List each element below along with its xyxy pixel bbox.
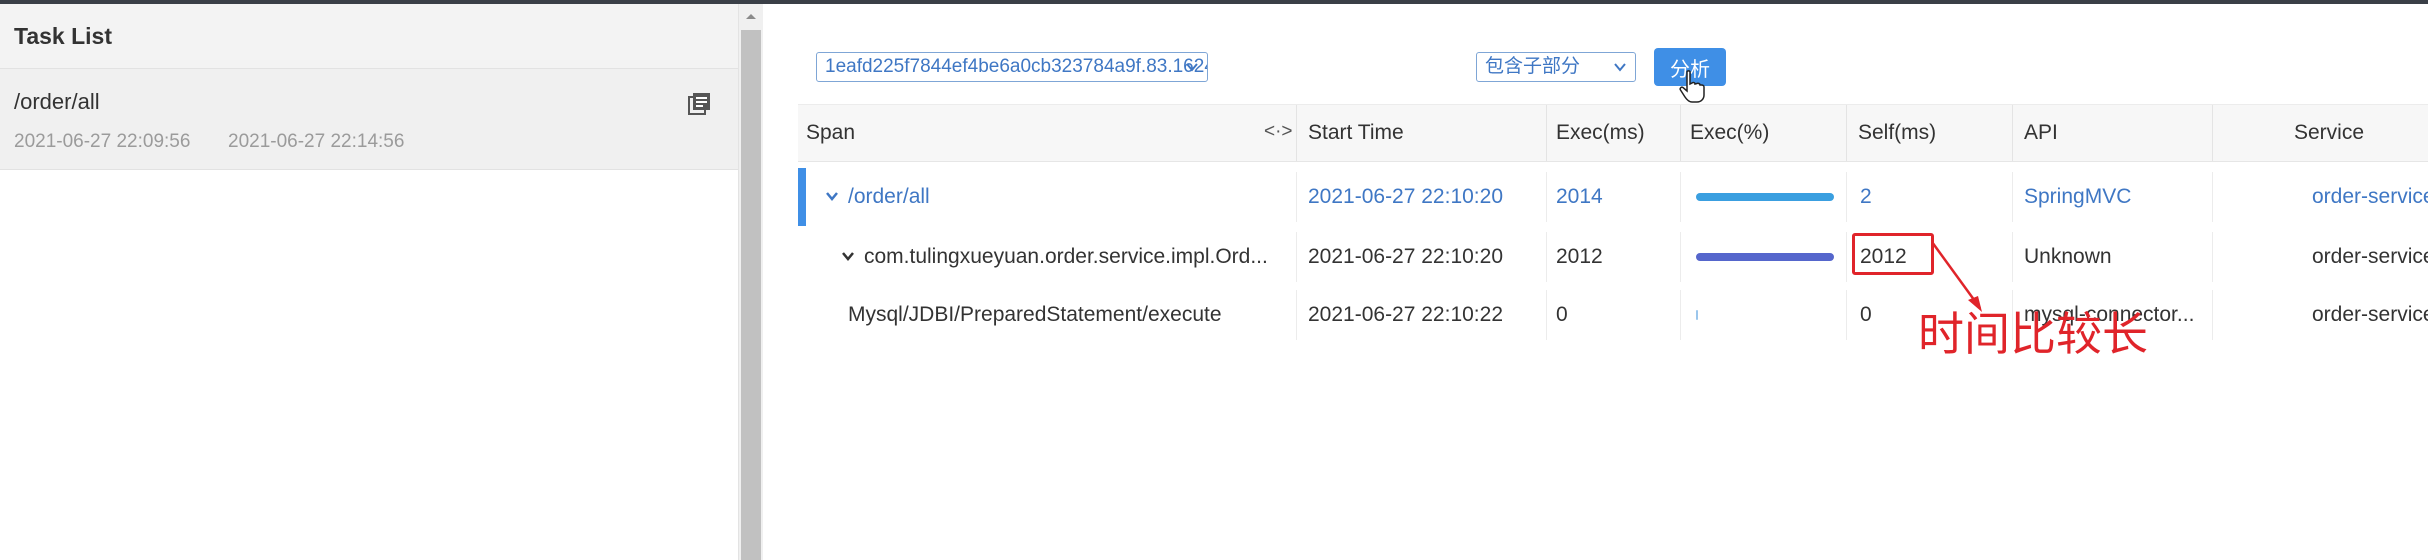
service-cell: order-service [2312, 245, 2428, 268]
toolbar: 1eafd225f7844ef4be6a0cb323784a9f.83.1624… [764, 4, 2428, 103]
api-cell: SpringMVC [2024, 185, 2132, 208]
mode-value: 包含子部分 [1485, 56, 1581, 77]
start-time-cell: 2021-06-27 22:10:20 [1308, 245, 1503, 268]
self-ms-cell: 2 [1860, 185, 1872, 208]
api-cell: Unknown [2024, 245, 2112, 268]
service-cell: order-service [2312, 303, 2428, 326]
vertical-scrollbar[interactable] [739, 4, 763, 560]
trace-id-value: 1eafd225f7844ef4be6a0cb323784a9f.83.1624… [825, 56, 1207, 77]
table-row[interactable]: Mysql/JDBI/PreparedStatement/execute 202… [798, 286, 2428, 344]
span-cell[interactable]: Mysql/JDBI/PreparedStatement/execute [848, 286, 1222, 344]
task-list-panel: Task List /order/all 2021-06-27 22:09:56… [0, 4, 739, 560]
table-row[interactable]: com.tulingxueyuan.order.service.impl.Ord… [798, 228, 2428, 286]
exec-pct-bar [1696, 193, 1834, 201]
exec-pct-bar [1696, 253, 1834, 261]
annotation-text: 时间比较长 [1918, 307, 2148, 361]
task-item[interactable]: /order/all 2021-06-27 22:09:56 2021-06-2… [0, 69, 738, 170]
task-end-time: 2021-06-27 22:14:56 [228, 131, 405, 152]
span-cell[interactable]: /order/all [824, 168, 930, 226]
column-header-api[interactable]: API [2024, 105, 2058, 161]
chevron-down-icon [1186, 63, 1198, 72]
table-row[interactable]: /order/all 2021-06-27 22:10:20 2014 2 Sp… [798, 168, 2428, 226]
column-header-exec-ms[interactable]: Exec(ms) [1556, 105, 1645, 161]
span-cell[interactable]: com.tulingxueyuan.order.service.impl.Ord… [840, 228, 1268, 286]
row-selected-indicator [798, 168, 806, 226]
column-header-exec-pct[interactable]: Exec(%) [1690, 105, 1769, 161]
mode-select[interactable]: 包含子部分 [1476, 52, 1636, 82]
scroll-up-arrow-icon[interactable] [739, 4, 763, 28]
column-resize-icon[interactable]: <·> [1264, 121, 1293, 143]
library-books-icon[interactable] [686, 91, 712, 117]
trace-id-select[interactable]: 1eafd225f7844ef4be6a0cb323784a9f.83.1624… [816, 52, 1208, 82]
exec-ms-cell: 2012 [1556, 245, 1603, 268]
self-ms-cell: 0 [1860, 303, 1872, 326]
task-list-header: Task List [0, 4, 738, 69]
annotation-highlight-box [1852, 233, 1934, 275]
exec-ms-cell: 2014 [1556, 185, 1603, 208]
task-name: /order/all [14, 89, 100, 114]
scrollbar-thumb[interactable] [741, 30, 761, 560]
column-header-span[interactable]: Span [806, 105, 855, 161]
span-name: com.tulingxueyuan.order.service.impl.Ord… [864, 245, 1268, 268]
exec-ms-cell: 0 [1556, 303, 1568, 326]
column-header-start-time[interactable]: Start Time [1308, 105, 1404, 161]
start-time-cell: 2021-06-27 22:10:22 [1308, 303, 1503, 326]
chevron-down-icon[interactable] [824, 188, 840, 204]
trace-detail-panel: 1eafd225f7844ef4be6a0cb323784a9f.83.1624… [764, 4, 2428, 560]
service-cell: order-service [2312, 185, 2428, 208]
column-header-self-ms[interactable]: Self(ms) [1858, 105, 1936, 161]
task-start-time: 2021-06-27 22:09:56 [14, 131, 191, 152]
span-name: /order/all [848, 185, 930, 208]
start-time-cell: 2021-06-27 22:10:20 [1308, 185, 1503, 208]
exec-pct-bar [1696, 310, 1698, 320]
hand-pointer-cursor-icon [1679, 70, 1705, 103]
chevron-down-icon[interactable] [840, 248, 856, 264]
column-header-service[interactable]: Service [2294, 105, 2364, 161]
table-header: Span <·> Start Time Exec(ms) Exec(%) Sel… [798, 104, 2428, 162]
task-list-title: Task List [14, 22, 112, 49]
chevron-down-icon [1614, 63, 1626, 72]
